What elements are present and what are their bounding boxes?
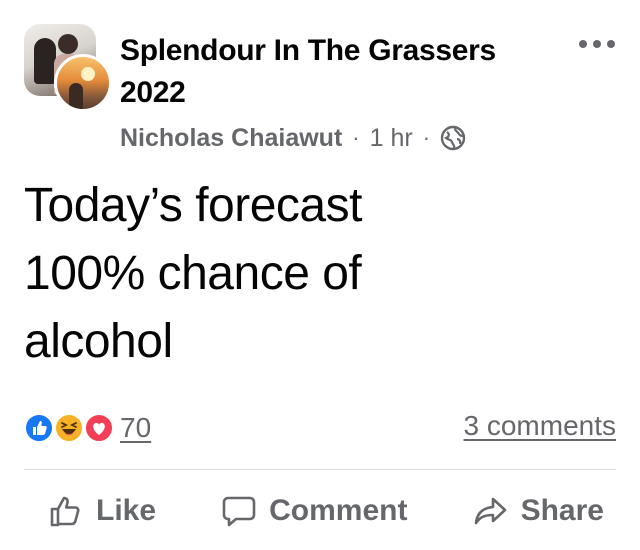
meta-separator: · xyxy=(352,125,360,150)
globe-icon[interactable] xyxy=(440,125,466,151)
reactions-summary[interactable]: 70 xyxy=(24,406,151,450)
post-action-bar: Like Comment Share xyxy=(24,478,616,544)
share-button[interactable]: Share xyxy=(473,493,604,529)
post-text-line: alcohol xyxy=(24,315,173,368)
haha-reaction-icon xyxy=(54,413,84,443)
divider xyxy=(24,469,616,470)
more-options-button[interactable] xyxy=(574,30,620,58)
comment-label: Comment xyxy=(269,494,408,527)
comment-count-link[interactable]: 3 comments xyxy=(464,410,617,442)
love-reaction-icon xyxy=(84,413,114,443)
comment-button[interactable]: Comment xyxy=(221,493,407,529)
share-icon xyxy=(474,497,506,525)
reaction-count[interactable]: 70 xyxy=(120,412,151,444)
like-button[interactable]: Like xyxy=(48,493,156,529)
post-text-line: Today’s forecast xyxy=(24,179,362,232)
group-name-link[interactable]: Splendour In The Grassers 2022 xyxy=(120,30,560,114)
like-label: Like xyxy=(96,494,157,527)
reaction-icons xyxy=(24,411,120,445)
share-label: Share xyxy=(520,494,604,527)
more-horizontal-icon xyxy=(579,40,615,48)
author-avatar[interactable] xyxy=(54,54,112,112)
post-body-text: Today’s forecast 100% chance of alcohol xyxy=(24,172,584,376)
post-meta: Nicholas Chaiawut · 1 hr · xyxy=(120,120,466,156)
group-avatar-stack[interactable] xyxy=(24,24,112,112)
post-text-line: 100% chance of xyxy=(24,247,362,300)
like-reaction-icon xyxy=(24,413,54,443)
like-icon xyxy=(50,496,80,527)
post-timestamp[interactable]: 1 hr xyxy=(370,124,413,153)
feed-post: Splendour In The Grassers 2022 Nicholas … xyxy=(0,0,640,550)
meta-separator: · xyxy=(422,125,431,150)
comment-icon xyxy=(222,496,256,527)
author-name-link[interactable]: Nicholas Chaiawut xyxy=(120,124,342,153)
